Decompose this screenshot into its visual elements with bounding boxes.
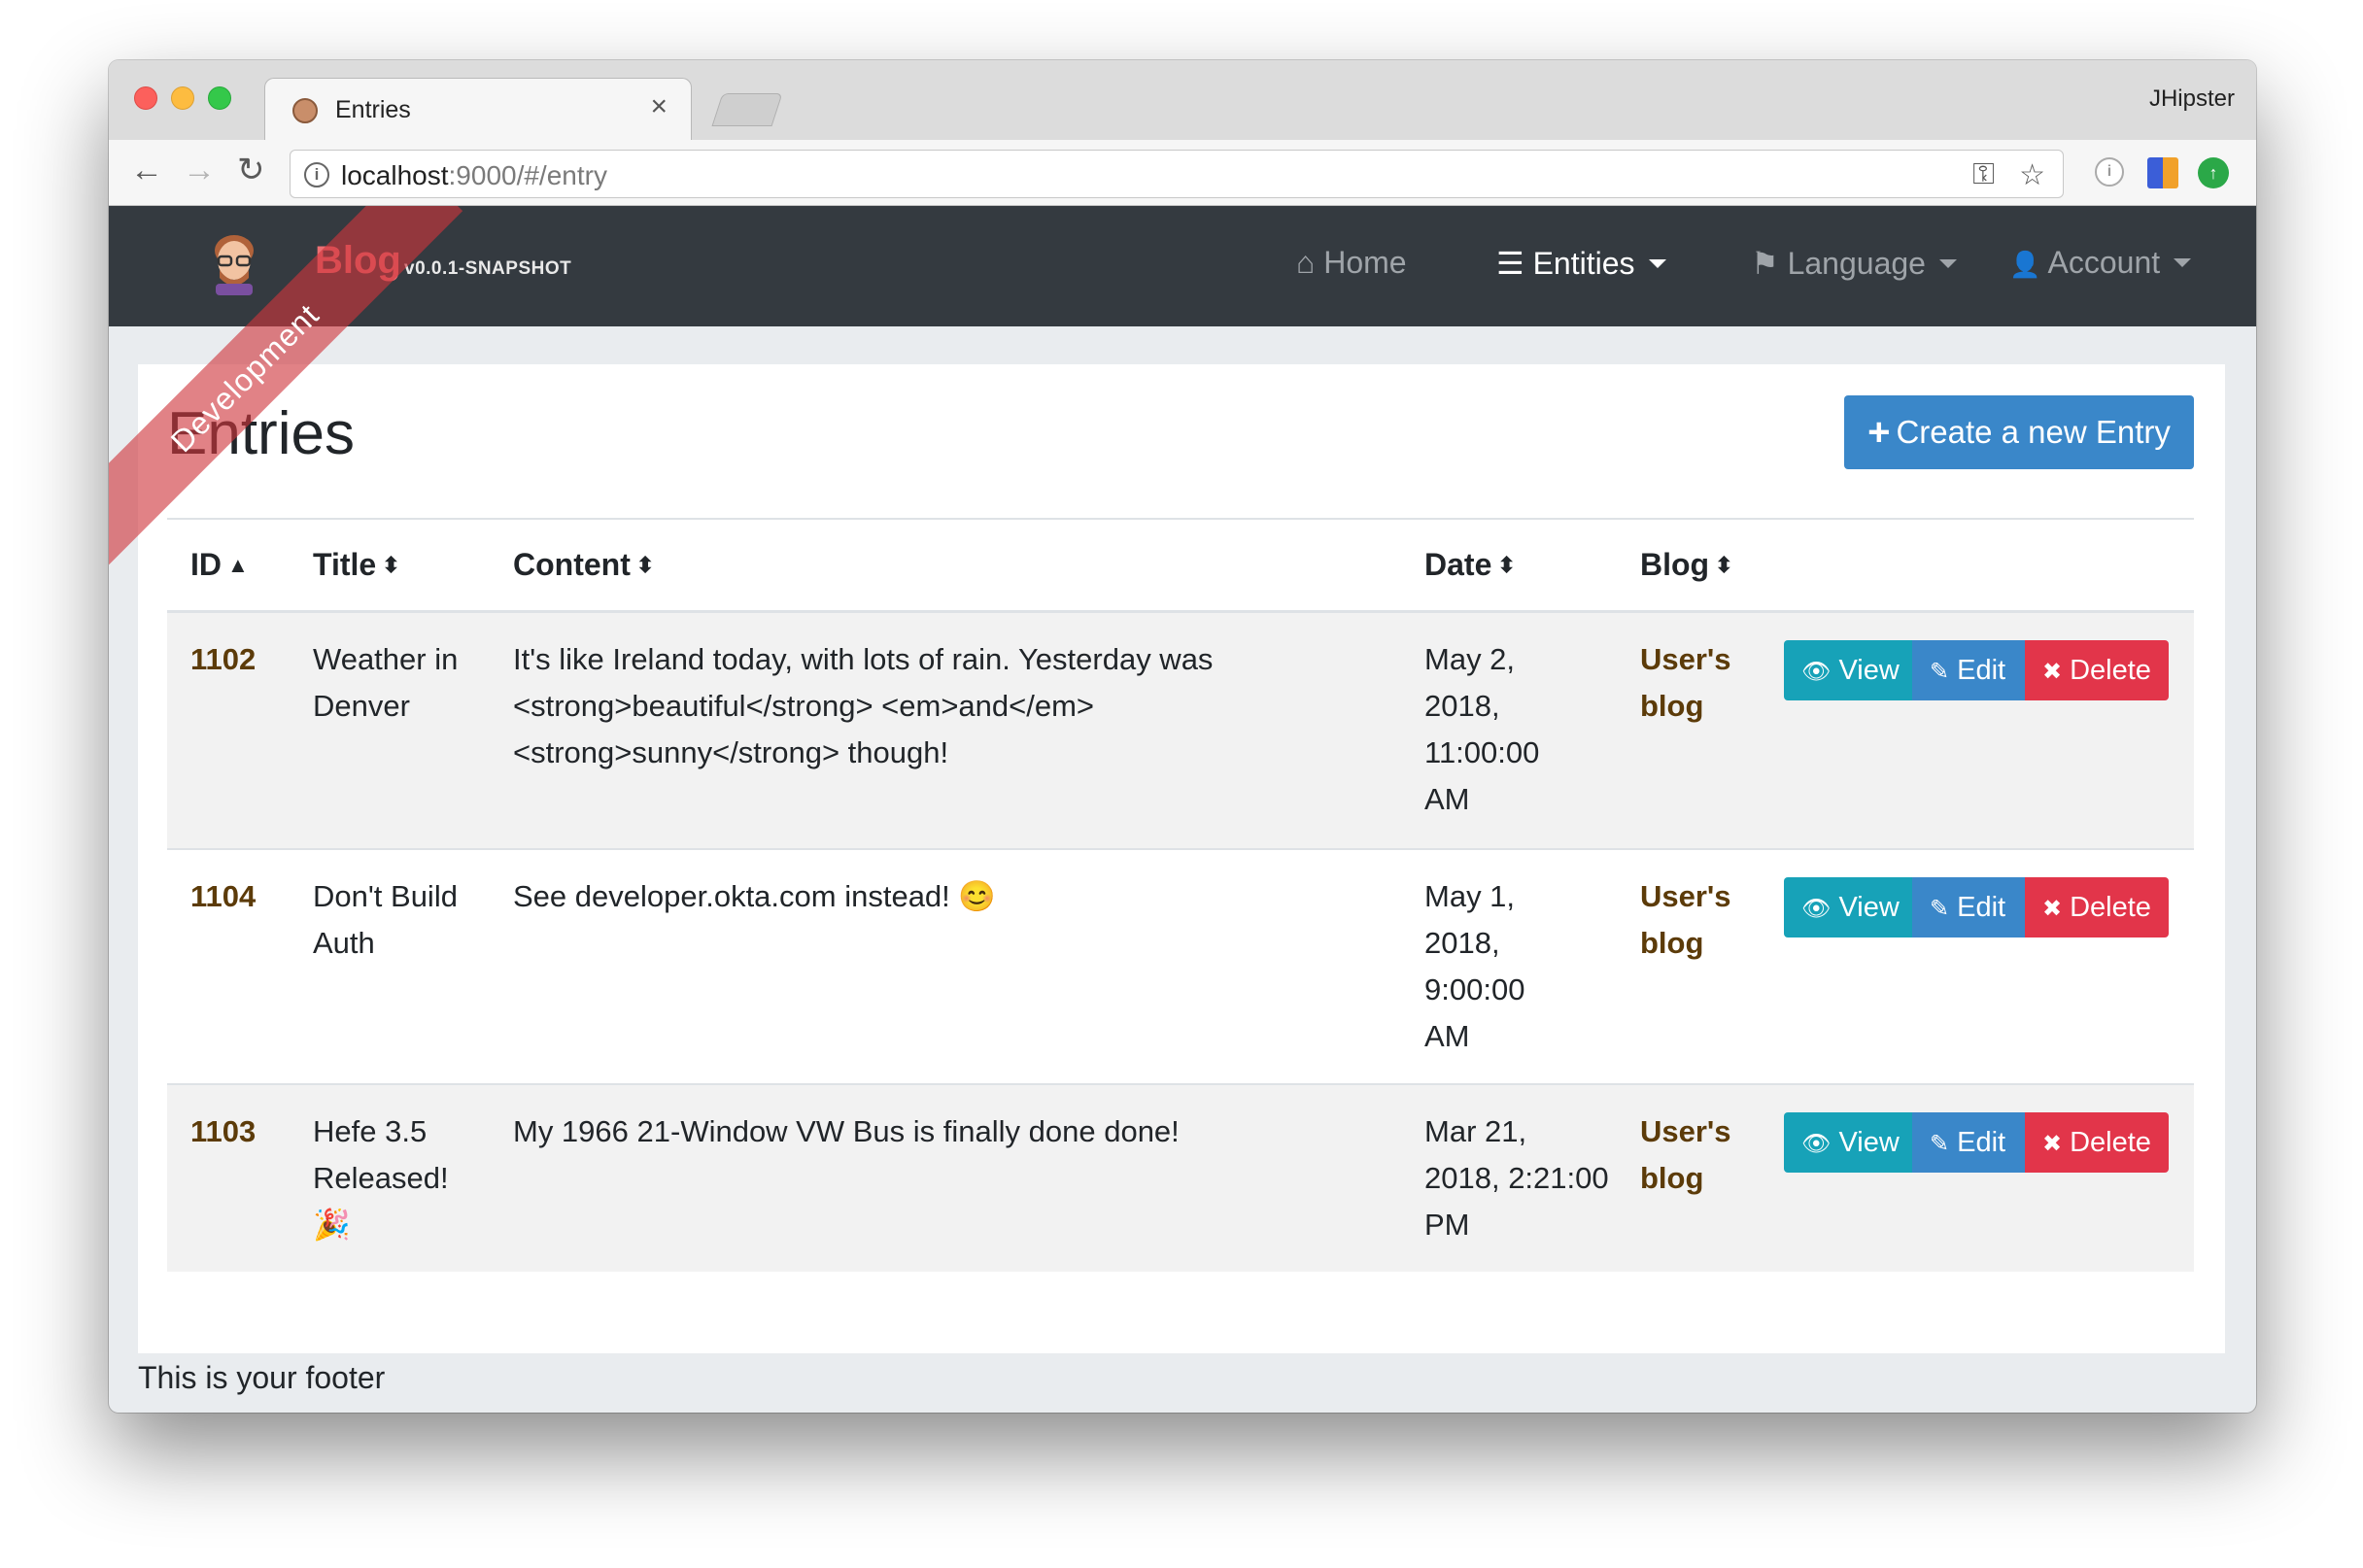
user-icon: 👤 [2009,250,2041,279]
column-header-date[interactable]: Date ⬍ [1424,547,1516,583]
forward-arrow-icon[interactable]: → [183,153,216,187]
column-header-blog[interactable]: Blog ⬍ [1640,547,1733,583]
browser-titlebar: Entries × JHipster [109,60,2256,140]
table-row: 1102 Weather in Denver It's like Ireland… [167,613,2194,850]
entry-blog-link[interactable]: User's blog [1640,873,1757,967]
page-footer: This is your footer [138,1360,386,1395]
row-actions: 👁 View ✎ Edit ✖ Delete [1784,640,2169,700]
edit-button[interactable]: ✎ Edit [1912,877,2025,937]
browser-tab-active[interactable]: Entries × [264,78,692,140]
entries-table: ID ▲ Title ⬍ Content ⬍ Date ⬍ Blog ⬍ 1102 Wea… [167,518,2194,1272]
nav-home[interactable]: ⌂ Home [1296,245,1407,281]
eye-icon: 👁 [1801,1131,1832,1157]
sort-icon: ⬍ [382,553,400,577]
entry-blog-link[interactable]: User's blog [1640,1108,1757,1202]
extension-ruler-icon[interactable] [2147,157,2178,188]
row-actions: 👁 View ✎ Edit ✖ Delete [1784,877,2169,937]
content-card: Entries + Create a new Entry ID ▲ Title ⬍ C… [138,364,2225,1353]
zoom-window-button[interactable] [208,86,231,110]
view-button[interactable]: 👁 View [1784,640,1912,700]
browser-profile-name[interactable]: JHipster [2149,85,2235,113]
eye-icon: 👁 [1801,659,1832,685]
entry-title: Weather in Denver [313,642,459,723]
close-window-button[interactable] [134,86,157,110]
table-header: ID ▲ Title ⬍ Content ⬍ Date ⬍ Blog ⬍ [167,518,2194,613]
entry-title: Hefe 3.5 Released! 🎉 [313,1114,449,1242]
eye-icon: 👁 [1801,896,1832,922]
close-icon: ✖ [2042,1131,2063,1157]
row-actions: 👁 View ✎ Edit ✖ Delete [1784,1112,2169,1173]
version-label: v0.0.1-SNAPSHOT [404,258,572,279]
extension-1password-icon[interactable]: i [2095,157,2124,187]
entry-id-link[interactable]: 1104 [190,873,256,920]
browser-toolbar: ← → ↻ i localhost:9000/#/entry ⚿ ☆ i ↑ [109,140,2256,206]
column-header-content[interactable]: Content ⬍ [513,547,654,583]
sort-icon: ⬍ [1715,553,1733,577]
chevron-down-icon [1938,259,1957,269]
nav-account[interactable]: 👤 Account [2009,245,2192,281]
entry-date: May 2, 2018, 11:00:00 AM [1424,642,1540,816]
sort-up-icon: ▲ [227,553,249,577]
pencil-icon: ✎ [1930,659,1950,685]
chevron-down-icon [2174,258,2192,268]
pencil-icon: ✎ [1930,896,1950,922]
minimize-window-button[interactable] [171,86,194,110]
plus-icon: + [1867,411,1891,454]
column-header-title[interactable]: Title ⬍ [313,547,400,583]
nav-language[interactable]: ⚑ Language [1751,245,1957,282]
table-row: 1104 Don't Build Auth See developer.okta… [167,850,2194,1085]
close-icon: ✖ [2042,896,2063,922]
entry-content: See developer.okta.com instead! 😊 [513,879,996,913]
delete-button[interactable]: ✖ Delete [2025,640,2169,700]
entry-date: May 1, 2018, 9:00:00 AM [1424,879,1525,1053]
pencil-icon: ✎ [1930,1131,1950,1157]
list-icon: ☰ [1496,246,1524,281]
entry-date: Mar 21, 2018, 2:21:00 PM [1424,1114,1609,1242]
home-icon: ⌂ [1296,245,1316,280]
app-navbar: Blog v0.0.1-SNAPSHOT ⌂ Home ☰ Entities ⚑… [109,206,2256,326]
tab-title: Entries [335,96,411,123]
page-title: Entries [167,400,355,467]
view-button[interactable]: 👁 View [1784,877,1912,937]
delete-button[interactable]: ✖ Delete [2025,877,2169,937]
bookmark-star-icon[interactable]: ☆ [2019,158,2045,192]
sort-icon: ⬍ [635,553,655,577]
column-header-id[interactable]: ID ▲ [190,547,249,583]
address-bar[interactable]: i localhost:9000/#/entry ⚿ ☆ [290,150,2064,198]
create-entry-button[interactable]: + Create a new Entry [1844,395,2194,469]
delete-button[interactable]: ✖ Delete [2025,1112,2169,1173]
tab-close-icon[interactable]: × [650,90,668,122]
flag-icon: ⚑ [1751,246,1779,281]
url-text[interactable]: localhost:9000/#/entry [341,160,607,191]
edit-button[interactable]: ✎ Edit [1912,1112,2025,1173]
chevron-down-icon [1648,259,1666,269]
back-arrow-icon[interactable]: ← [130,153,163,187]
site-info-icon[interactable]: i [304,162,329,187]
entry-blog-link[interactable]: User's blog [1640,636,1757,730]
nav-entities[interactable]: ☰ Entities [1496,245,1666,282]
reload-icon[interactable]: ↻ [237,153,265,187]
table-row: 1103 Hefe 3.5 Released! 🎉 My 1966 21-Win… [167,1085,2194,1272]
edit-button[interactable]: ✎ Edit [1912,640,2025,700]
entry-id-link[interactable]: 1102 [190,636,256,683]
entry-content: It's like Ireland today, with lots of ra… [513,642,1214,769]
favicon-icon [292,98,318,123]
view-button[interactable]: 👁 View [1784,1112,1912,1173]
extension-upload-icon[interactable]: ↑ [2198,157,2229,188]
new-tab-button[interactable] [711,93,783,126]
browser-window: Entries × JHipster ← → ↻ i localhost:900… [109,60,2256,1413]
entry-content: My 1966 21-Window VW Bus is finally done… [513,1114,1180,1148]
password-key-icon[interactable]: ⚿ [1972,158,1995,191]
entry-title: Don't Build Auth [313,879,458,960]
brand-title[interactable]: Blog [315,239,401,283]
sort-icon: ⬍ [1497,553,1516,577]
jhipster-avatar-icon[interactable] [206,231,262,295]
close-icon: ✖ [2042,659,2063,685]
entry-id-link[interactable]: 1103 [190,1108,256,1155]
